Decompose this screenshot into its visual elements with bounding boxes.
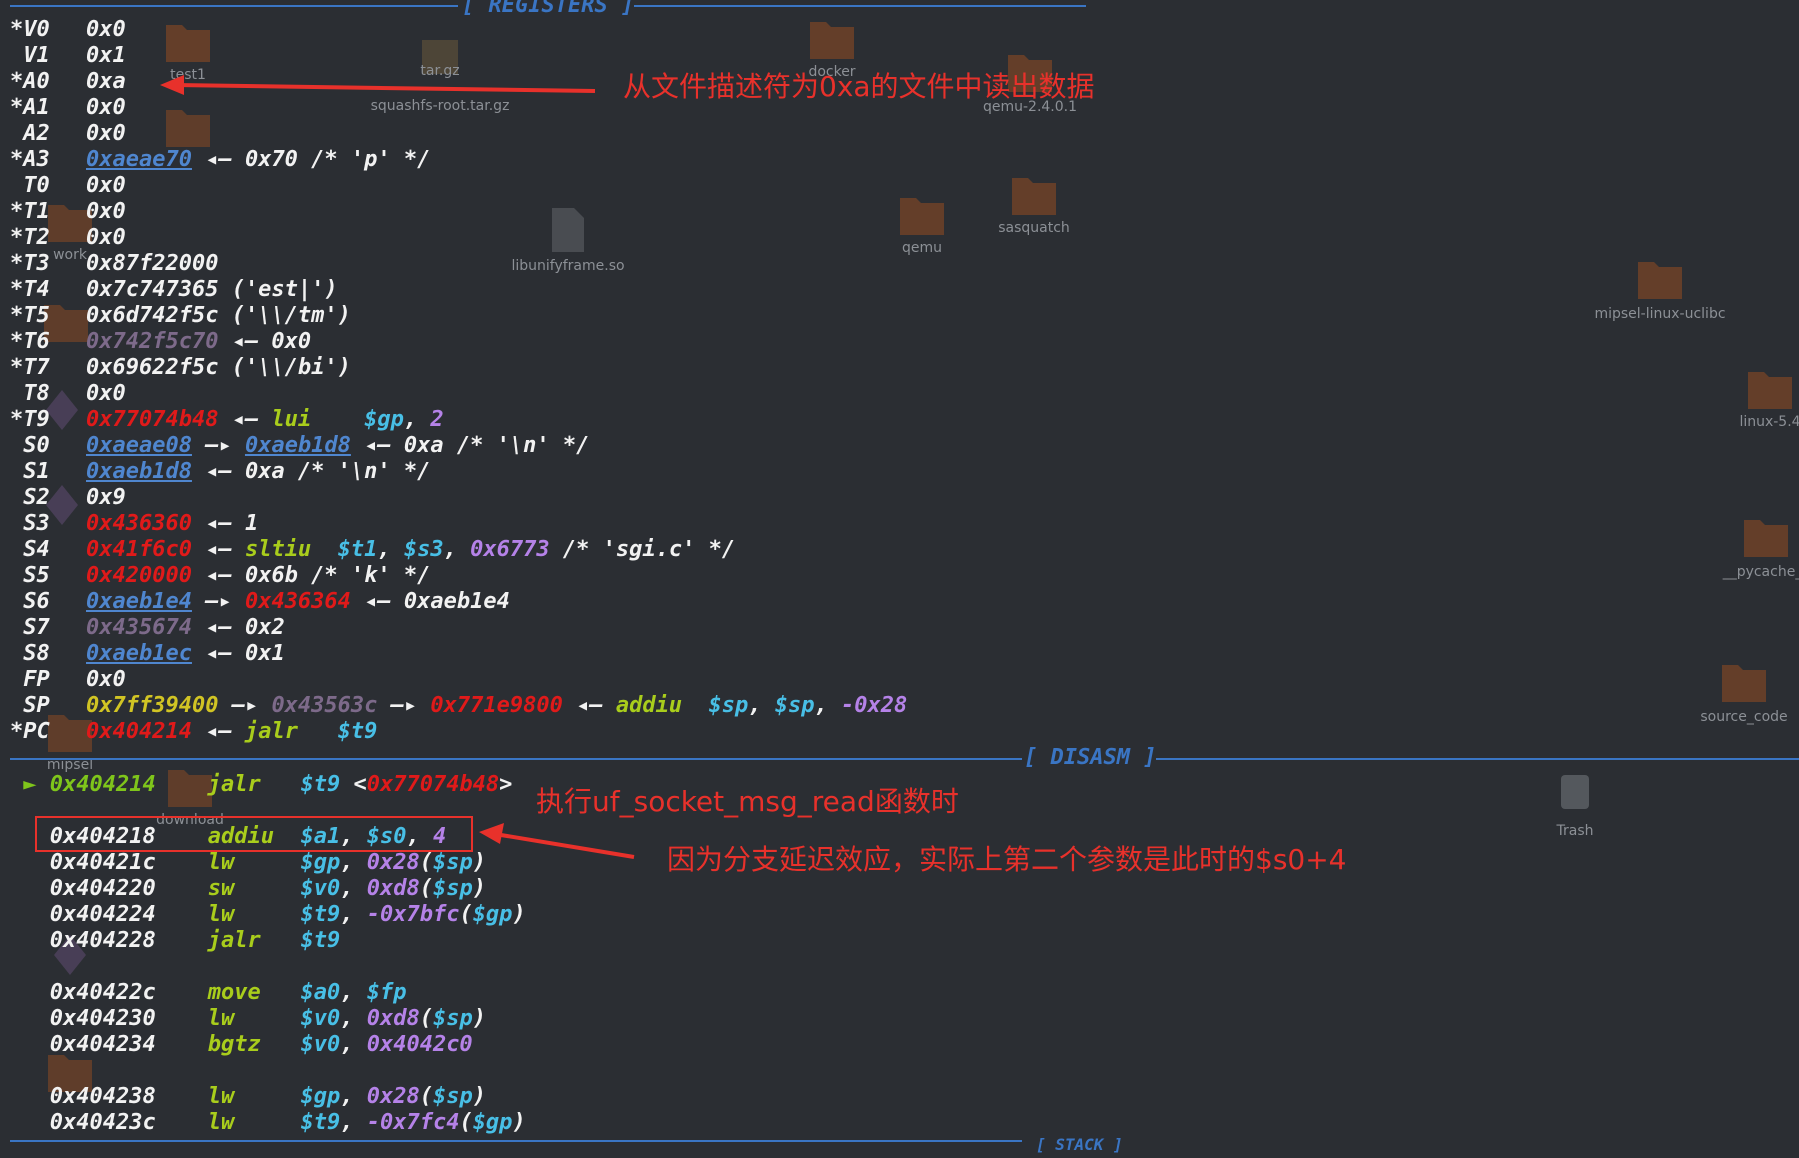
annotation-arrows xyxy=(160,75,635,859)
arrow-to-addiu xyxy=(479,823,635,859)
arrow-to-a0 xyxy=(160,75,596,95)
